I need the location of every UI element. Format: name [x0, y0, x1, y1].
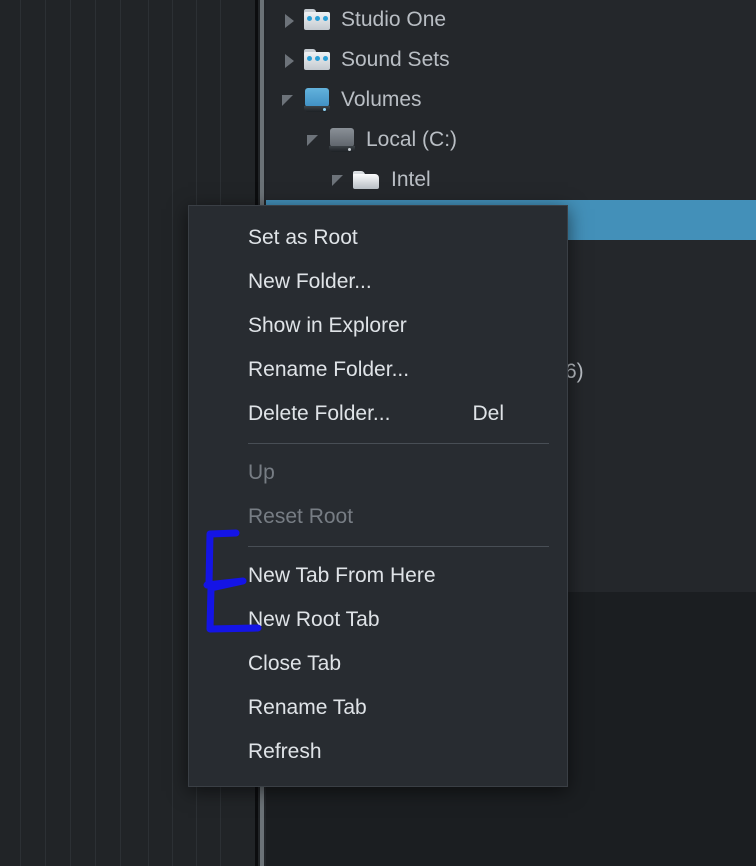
dot-folder-icon [302, 47, 332, 73]
menu-item-label: New Folder... [248, 270, 372, 293]
timeline-grid-line [20, 0, 21, 866]
drive-gray-icon [327, 127, 357, 153]
browser-context-menu[interactable]: Set as Root New Folder... Show in Explorer… [188, 205, 568, 787]
chevron-down-icon[interactable] [305, 129, 327, 151]
menu-item-new-folder[interactable]: New Folder... [189, 260, 567, 304]
menu-item-rename-tab[interactable]: Rename Tab [189, 686, 567, 730]
drive-blue-icon [302, 87, 332, 113]
timeline-grid-line [172, 0, 173, 866]
chevron-down-icon[interactable] [330, 169, 352, 191]
menu-item-delete-folder[interactable]: Delete Folder... Del [189, 392, 567, 436]
menu-item-label: Delete Folder... [248, 402, 391, 425]
menu-item-label: Close Tab [248, 652, 342, 675]
menu-item-refresh[interactable]: Refresh [189, 730, 567, 774]
timeline-grid-line [70, 0, 71, 866]
dot-folder-icon [302, 7, 332, 33]
tree-item-label: Volumes [341, 88, 422, 111]
tree-item-label: Local (C:) [366, 128, 458, 151]
menu-item-label: Up [248, 461, 275, 484]
menu-item-reset-root: Reset Root [189, 495, 567, 539]
tree-item-label: Intel [391, 168, 431, 191]
menu-item-new-tab-from-here[interactable]: New Tab From Here [189, 554, 567, 598]
menu-separator [248, 546, 549, 547]
tree-row[interactable]: Local (C:) [266, 120, 756, 160]
menu-item-label: New Tab From Here [248, 564, 436, 587]
tree-item-label: Studio One [341, 8, 447, 31]
menu-item-close-tab[interactable]: Close Tab [189, 642, 567, 686]
tree-item-label: Sound Sets [341, 48, 450, 71]
tree-row[interactable]: Intel [266, 160, 756, 200]
timeline-grid-line [148, 0, 149, 866]
application-window: Studio One Sound Sets Volumes Local (C:) Int… [0, 0, 756, 866]
menu-item-rename-folder[interactable]: Rename Folder... [189, 348, 567, 392]
menu-item-label: Reset Root [248, 505, 354, 528]
folder-icon [352, 167, 382, 193]
menu-item-label: Rename Folder... [248, 358, 410, 381]
menu-item-show-in-explorer[interactable]: Show in Explorer [189, 304, 567, 348]
menu-item-shortcut: Del [472, 402, 504, 425]
tree-row[interactable]: Sound Sets [266, 40, 756, 80]
menu-item-label: Refresh [248, 740, 322, 763]
menu-item-label: New Root Tab [248, 608, 380, 631]
timeline-grid-line [45, 0, 46, 866]
menu-item-set-as-root[interactable]: Set as Root [189, 216, 567, 260]
tree-row[interactable]: Studio One [266, 0, 756, 40]
timeline-grid-line [120, 0, 121, 866]
chevron-down-icon[interactable] [280, 89, 302, 111]
menu-item-label: Show in Explorer [248, 314, 407, 337]
menu-item-label: Rename Tab [248, 696, 367, 719]
tree-row[interactable]: Volumes [266, 80, 756, 120]
menu-item-label: Set as Root [248, 226, 358, 249]
file-browser-tree[interactable]: Studio One Sound Sets Volumes Local (C:) Int… [266, 0, 756, 240]
timeline-grid-line [95, 0, 96, 866]
chevron-right-icon[interactable] [280, 49, 302, 71]
menu-separator [248, 443, 549, 444]
chevron-right-icon[interactable] [280, 9, 302, 31]
menu-item-new-root-tab[interactable]: New Root Tab [189, 598, 567, 642]
menu-item-up: Up [189, 451, 567, 495]
